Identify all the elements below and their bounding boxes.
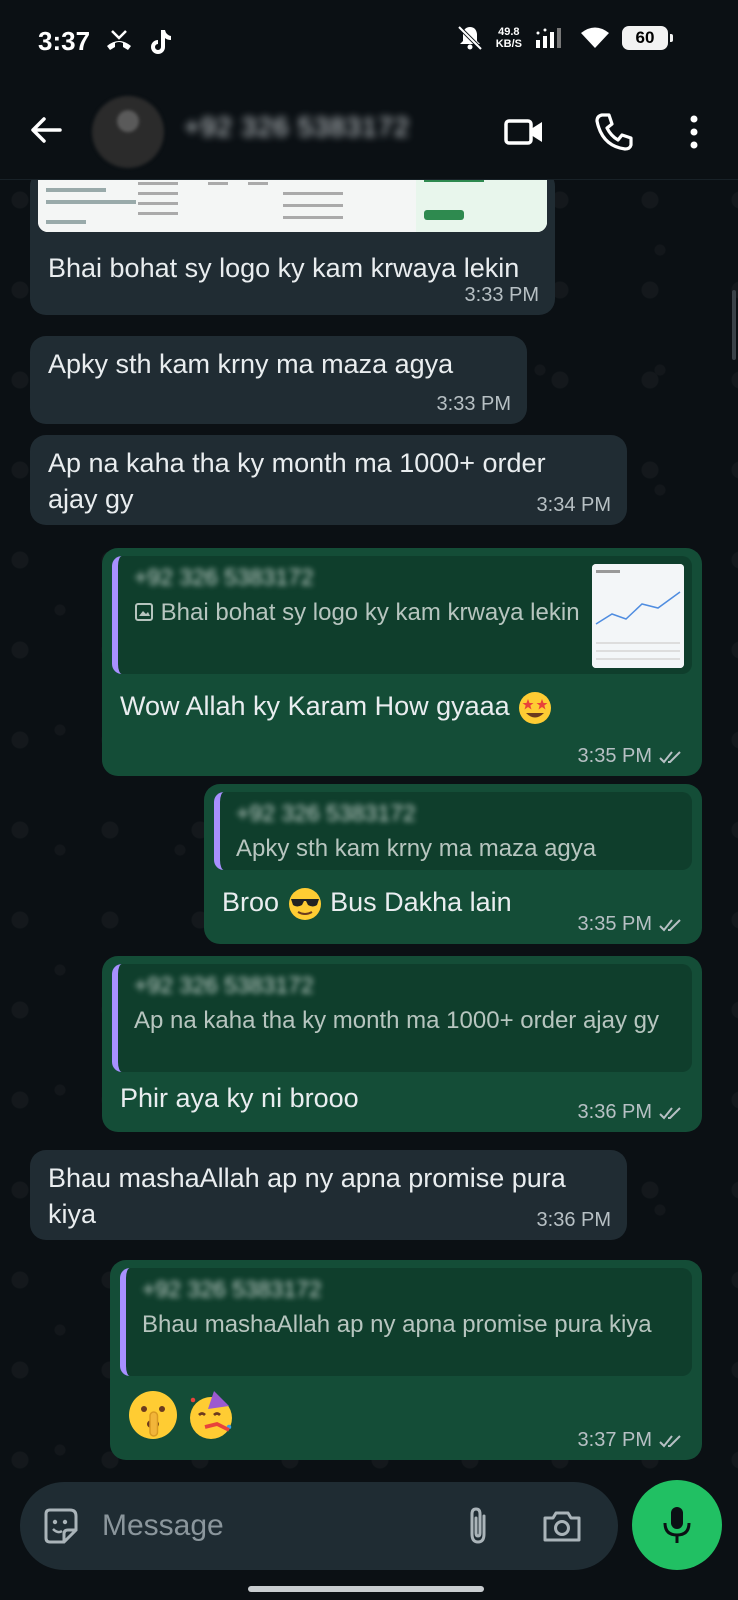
camera-icon[interactable] xyxy=(540,1504,584,1548)
message-outgoing[interactable]: +92 326 5383172 Bhau mashaAllah ap ny ap… xyxy=(110,1260,702,1460)
message-time: 3:36 PM xyxy=(536,1209,611,1231)
message-input-bar xyxy=(20,1482,618,1570)
mute-icon xyxy=(457,25,483,51)
scrollbar[interactable] xyxy=(732,290,736,360)
message-input[interactable] xyxy=(102,1506,442,1546)
read-ticks-icon xyxy=(659,918,681,931)
contact-name[interactable]: +92 326 5383172 xyxy=(184,112,410,143)
quote-author: +92 326 5383172 xyxy=(236,800,416,826)
signal-icon xyxy=(536,28,561,48)
read-ticks-icon xyxy=(659,750,681,763)
message-text: Bhai bohat sy logo ky kam krwaya lekin xyxy=(48,253,520,283)
quote-author: +92 326 5383172 xyxy=(134,972,314,998)
message-incoming[interactable]: Ap na kaha tha ky month ma 1000+ order a… xyxy=(30,435,627,525)
message-text: Bhau mashaAllah ap ny apna promise pura … xyxy=(48,1163,566,1229)
message-time: 3:35 PM xyxy=(578,913,686,936)
mic-icon xyxy=(663,1507,691,1543)
shushing-face-emoji xyxy=(129,1391,177,1439)
message-outgoing[interactable]: +92 326 5383172 Bhai bohat sy logo ky ka… xyxy=(102,548,702,776)
message-outgoing[interactable]: +92 326 5383172 Apky sth kam krny ma maz… xyxy=(204,784,702,944)
quote-text: Apky sth kam krny ma maza agya xyxy=(236,835,597,862)
status-bar: 3:37 49.8 KB/S 60 xyxy=(0,0,738,90)
message-incoming[interactable]: Bhai bohat sy logo ky kam krwaya lekin 3… xyxy=(30,180,555,315)
message-time: 3:33 PM xyxy=(464,284,539,306)
back-arrow-icon[interactable] xyxy=(26,110,66,150)
quoted-message[interactable]: +92 326 5383172 Apky sth kam krny ma maz… xyxy=(214,792,692,870)
more-options-icon[interactable] xyxy=(672,110,716,154)
message-text: Apky sth kam krny ma maza agya xyxy=(48,349,454,379)
quote-author: +92 326 5383172 xyxy=(142,1276,322,1302)
missed-call-icon xyxy=(107,30,131,50)
message-text: Wow Allah ky Karam How gyaaa xyxy=(112,688,692,726)
voice-call-icon[interactable] xyxy=(592,110,636,154)
message-time: 3:37 PM xyxy=(578,1429,686,1452)
message-incoming[interactable]: Bhau mashaAllah ap ny apna promise pura … xyxy=(30,1150,627,1240)
message-time: 3:34 PM xyxy=(536,494,611,516)
wifi-icon xyxy=(581,27,609,48)
video-call-icon[interactable] xyxy=(502,110,546,154)
quote-text: Ap na kaha tha ky month ma 1000+ order a… xyxy=(134,1007,659,1034)
chat-header: +92 326 5383172 xyxy=(0,90,738,180)
message-outgoing[interactable]: +92 326 5383172 Ap na kaha tha ky month … xyxy=(102,956,702,1132)
quoted-message[interactable]: +92 326 5383172 Bhai bohat sy logo ky ka… xyxy=(112,556,692,674)
message-time: 3:33 PM xyxy=(436,393,511,415)
attach-icon[interactable] xyxy=(456,1504,500,1548)
avatar[interactable] xyxy=(92,96,164,168)
quoted-message[interactable]: +92 326 5383172 Bhau mashaAllah ap ny ap… xyxy=(120,1268,692,1376)
read-ticks-icon xyxy=(659,1106,681,1119)
message-time: 3:36 PM xyxy=(578,1101,686,1124)
quote-thumbnail xyxy=(592,564,684,668)
mic-button[interactable] xyxy=(632,1480,722,1570)
read-ticks-icon xyxy=(659,1434,681,1447)
quote-author: +92 326 5383172 xyxy=(134,564,314,590)
quote-text: Bhau mashaAllah ap ny apna promise pura … xyxy=(142,1311,652,1338)
message-incoming[interactable]: Apky sth kam krny ma maza agya 3:33 PM xyxy=(30,336,527,424)
chat-area[interactable]: Bhai bohat sy logo ky kam krwaya lekin 3… xyxy=(0,180,738,1470)
quote-text: Bhai bohat sy logo ky kam krwaya lekin xyxy=(134,597,582,629)
sticker-icon[interactable] xyxy=(38,1504,82,1548)
image-preview[interactable] xyxy=(38,180,547,232)
message-text: Ap na kaha tha ky month ma 1000+ order a… xyxy=(48,448,546,514)
partying-face-emoji xyxy=(190,1391,232,1439)
photo-icon xyxy=(135,603,153,621)
message-time: 3:35 PM xyxy=(578,745,686,768)
home-indicator[interactable] xyxy=(248,1586,484,1592)
quoted-message[interactable]: +92 326 5383172 Ap na kaha tha ky month … xyxy=(112,964,692,1072)
star-struck-emoji xyxy=(519,691,552,724)
status-time: 3:37 xyxy=(38,26,91,56)
network-speed: 49.8 KB/S xyxy=(495,26,522,50)
tiktok-icon xyxy=(151,30,171,54)
battery-icon: 60 xyxy=(622,26,673,50)
sunglasses-emoji xyxy=(288,887,321,920)
